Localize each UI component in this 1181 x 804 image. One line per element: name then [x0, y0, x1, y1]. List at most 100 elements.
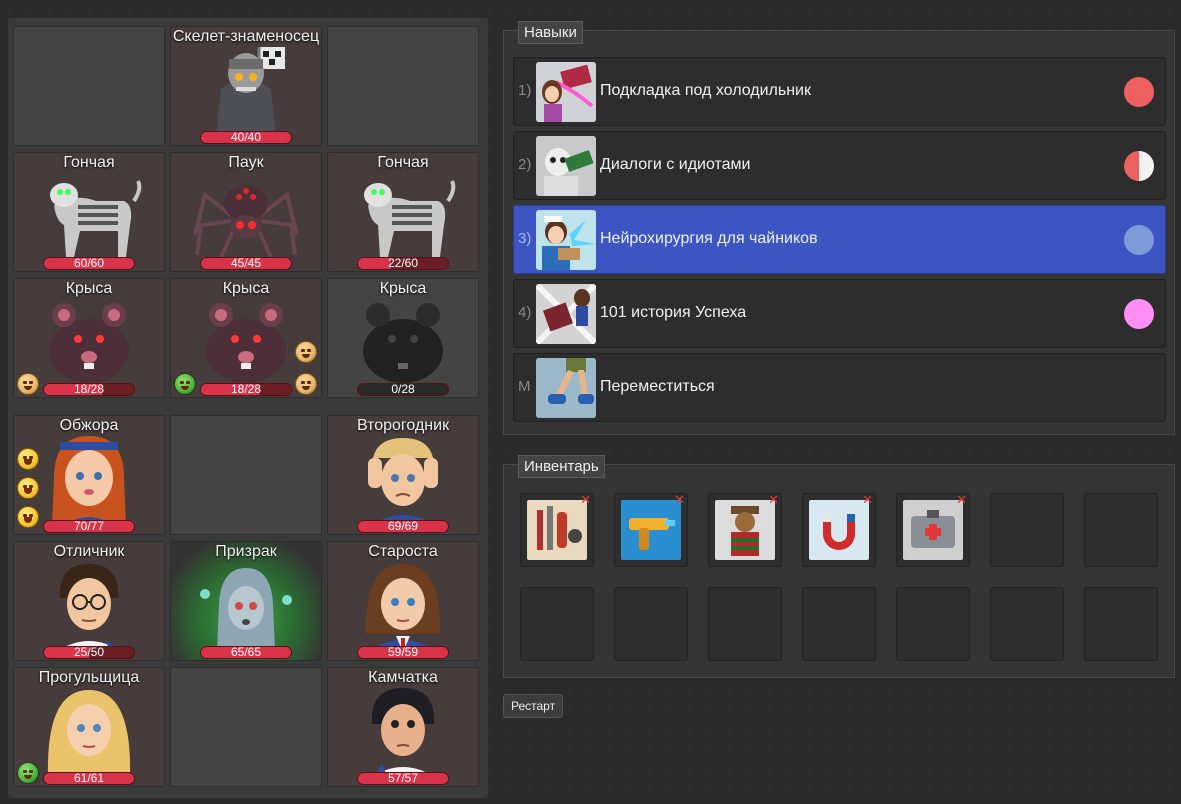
skill-hotkey: M	[518, 378, 531, 395]
hero-cell-repeater[interactable]: Второгодник 69/69	[327, 415, 479, 535]
inventory-slot-empty[interactable]	[1084, 493, 1158, 567]
unit-name: Призрак	[215, 543, 277, 560]
inventory-slot[interactable]: ✕	[802, 493, 876, 567]
inventory-slot[interactable]: ✕	[708, 493, 782, 567]
hp-bar: 40/40	[200, 131, 292, 144]
walking-legs-icon	[536, 358, 596, 418]
unit-name: Староста	[368, 543, 438, 560]
unit-name: Скелет-знаменосец	[172, 28, 320, 45]
skill-hotkey: 3)	[518, 230, 532, 247]
enemy-cell-skeleton[interactable]: Скелет-знаменосец 40/40	[170, 26, 322, 146]
hp-bar: 70/77	[43, 520, 135, 533]
empty-cell[interactable]	[327, 26, 479, 146]
unit-name: Второгодник	[356, 417, 450, 434]
class-monitor-portrait	[365, 564, 441, 652]
inventory-title: Инвентарь	[518, 455, 605, 478]
inventory-slot[interactable]: ✕	[614, 493, 688, 567]
inventory-slot[interactable]: ✕	[520, 493, 594, 567]
hp-bar: 22/60	[357, 257, 449, 270]
worried-face-icon	[295, 373, 317, 395]
remove-item-icon[interactable]: ✕	[580, 493, 591, 507]
inventory-slot-empty[interactable]	[896, 587, 970, 661]
inventory-panel: Инвентарь ✕ ✕ ✕ ✕ ✕	[503, 455, 1175, 678]
unit-name: Паук	[228, 154, 264, 171]
inventory-slot-empty[interactable]	[708, 587, 782, 661]
skill-color-dot	[1124, 225, 1154, 255]
unit-name: Прогульщица	[38, 669, 140, 686]
remove-item-icon[interactable]: ✕	[674, 493, 685, 507]
inventory-slot-empty[interactable]	[990, 493, 1064, 567]
enemy-cell-dead-rat[interactable]: Крыса 0/28	[327, 278, 479, 398]
inventory-slot-empty[interactable]	[990, 587, 1064, 661]
remove-item-icon[interactable]: ✕	[956, 493, 967, 507]
hero-cell-truant[interactable]: Прогульщица 61/61	[13, 667, 165, 787]
hp-bar: 60/60	[43, 257, 135, 270]
skill-label: Подкладка под холодильник	[600, 82, 811, 99]
hero-cell-class-monitor[interactable]: Староста 59/59	[327, 541, 479, 661]
happy-face-icon	[17, 506, 39, 528]
water-pistol-icon	[621, 500, 681, 560]
remove-item-icon[interactable]: ✕	[768, 493, 779, 507]
dead-rat-portrait	[363, 303, 443, 383]
skill-dialogues[interactable]: 2) Диалоги с идиотами	[513, 131, 1166, 200]
unit-name: Камчатка	[368, 669, 438, 686]
magnet-icon	[809, 500, 869, 560]
hp-bar: 0/28	[357, 383, 449, 396]
empty-cell[interactable]	[170, 415, 322, 535]
unit-name: Отличник	[53, 543, 125, 560]
hp-bar: 45/45	[200, 257, 292, 270]
glutton-portrait	[52, 436, 126, 526]
skill-neurosurgery[interactable]: 3) Нейрохирургия для чайников	[513, 205, 1166, 274]
honor-student-portrait	[56, 564, 126, 652]
hero-cell-glutton[interactable]: Обжора 70/77	[13, 415, 165, 535]
remove-item-icon[interactable]: ✕	[862, 493, 873, 507]
enemy-cell-hound[interactable]: Гончая 22/60	[327, 152, 479, 272]
hp-bar: 25/50	[43, 646, 135, 659]
flying-book-icon	[536, 284, 596, 344]
hp-bar: 57/57	[357, 772, 449, 785]
happy-face-icon	[17, 448, 39, 470]
sick-face-icon	[17, 762, 39, 784]
skill-success-stories[interactable]: 4) 101 история Успеха	[513, 279, 1166, 348]
restart-button[interactable]: Рестарт	[503, 694, 564, 718]
empty-cell[interactable]	[170, 667, 322, 787]
knives-and-tools-icon	[527, 500, 587, 560]
unit-name: Гончая	[377, 154, 429, 171]
skill-hotkey: 2)	[518, 156, 532, 173]
enemy-cell-spider[interactable]: Паук 45/45	[170, 152, 322, 272]
happy-face-icon	[17, 477, 39, 499]
inventory-slot-empty[interactable]	[614, 587, 688, 661]
worried-face-icon	[295, 341, 317, 363]
repeater-portrait	[368, 438, 438, 526]
skill-move[interactable]: M Переместиться	[513, 353, 1166, 422]
rat-portrait	[206, 303, 286, 383]
enemy-cell-rat[interactable]: Крыса 18/28	[13, 278, 165, 398]
skeleton-portrait	[216, 47, 285, 137]
inventory-slot-empty[interactable]	[520, 587, 594, 661]
rat-portrait	[49, 303, 129, 383]
empty-cell[interactable]	[13, 26, 165, 146]
unit-name: Крыса	[222, 280, 270, 297]
inventory-slot-empty[interactable]	[1084, 587, 1158, 661]
enemy-cell-rat[interactable]: Крыса 18/28	[170, 278, 322, 398]
skills-title: Навыки	[518, 21, 583, 44]
battle-board: Скелет-знаменосец 40/40 Гончая 60/60 Пау…	[8, 18, 488, 798]
unit-name: Гончая	[63, 154, 115, 171]
enemy-cell-hound[interactable]: Гончая 60/60	[13, 152, 165, 272]
hp-bar: 65/65	[200, 646, 292, 659]
inventory-slot-empty[interactable]	[802, 587, 876, 661]
skill-label: Переместиться	[600, 378, 715, 395]
hp-bar: 59/59	[357, 646, 449, 659]
teddy-bear-icon	[715, 500, 775, 560]
hp-bar: 61/61	[43, 772, 135, 785]
enemy-cell-ghost[interactable]: Призрак 65/65	[170, 541, 322, 661]
back-row-portrait	[370, 688, 436, 778]
sick-face-icon	[174, 373, 196, 395]
hero-cell-honor-student[interactable]: Отличник 25/50	[13, 541, 165, 661]
skill-fridge-shim[interactable]: 1) Подкладка под холодильник	[513, 57, 1166, 126]
hero-cell-back-row[interactable]: Камчатка 57/57	[327, 667, 479, 787]
first-aid-kit-icon	[903, 500, 963, 560]
skill-hotkey: 4)	[518, 304, 532, 321]
skill-label: Диалоги с идиотами	[600, 156, 751, 173]
inventory-slot[interactable]: ✕	[896, 493, 970, 567]
